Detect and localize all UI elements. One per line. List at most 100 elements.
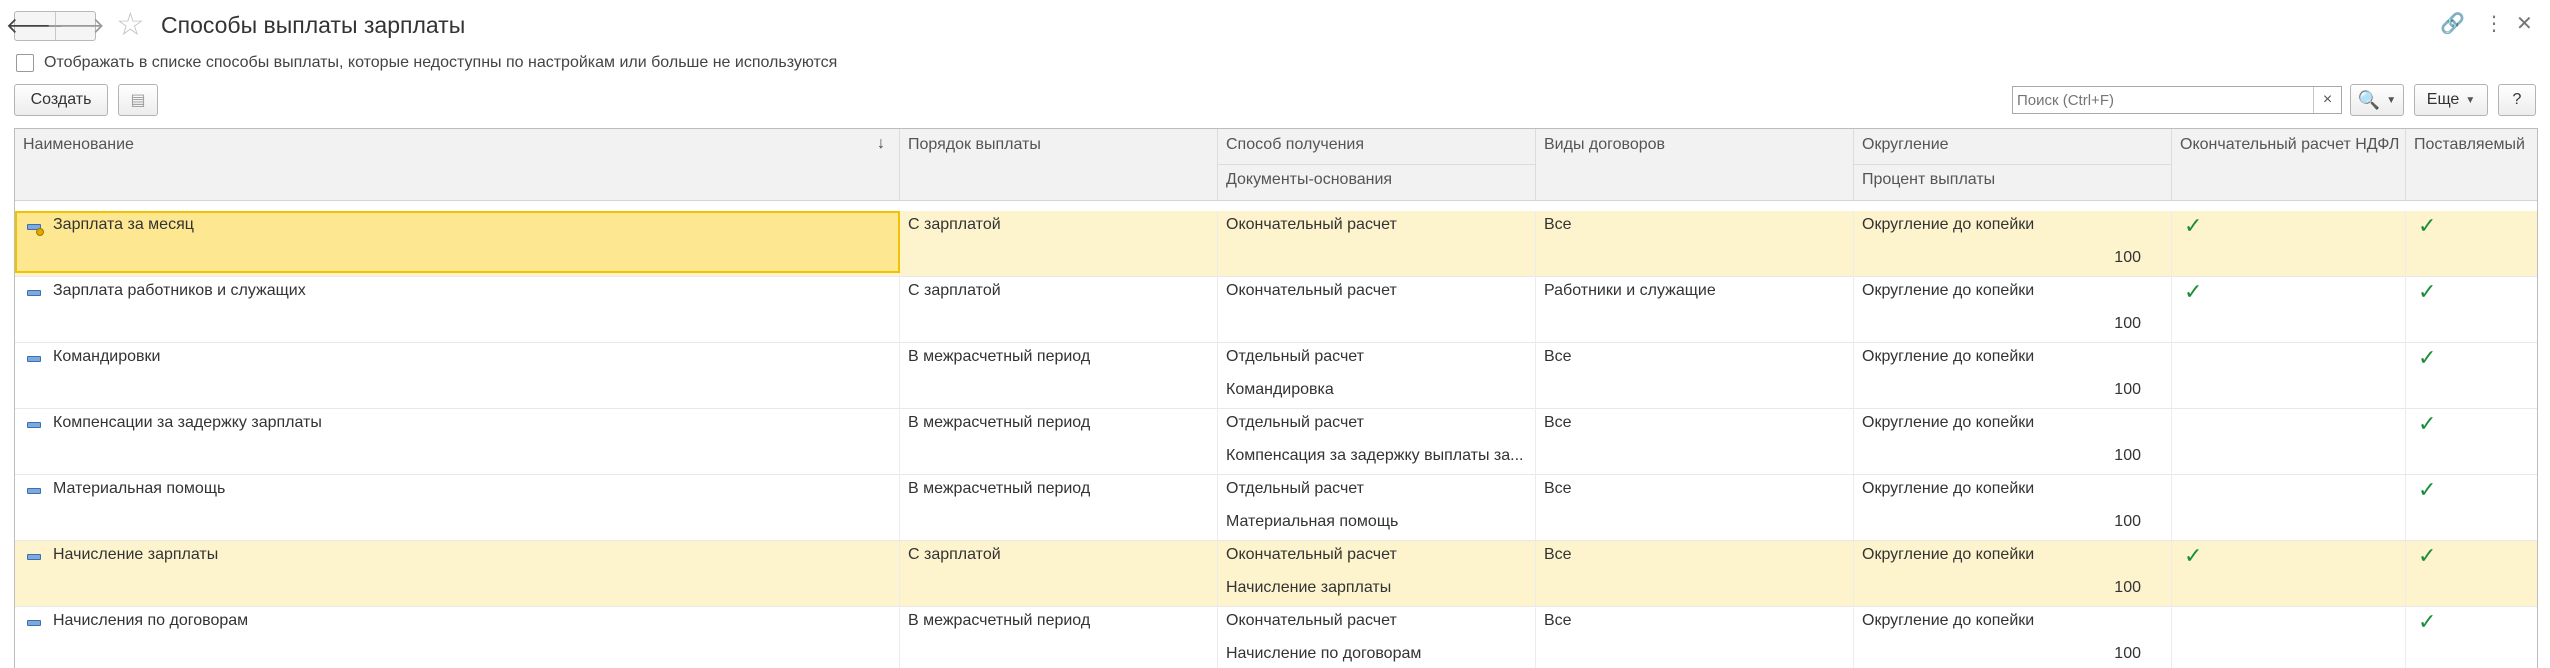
show-unavailable-checkbox[interactable] xyxy=(16,54,34,72)
column-header-final-ndfl[interactable]: Окончательный расчет НДФЛ xyxy=(2172,129,2406,201)
more-menu-icon[interactable]: ⋮ xyxy=(2484,12,2504,36)
cell-supplied[interactable]: ✓ xyxy=(2406,409,2537,475)
cell-ndfl[interactable] xyxy=(2172,409,2406,475)
favorite-star-icon[interactable]: ☆ xyxy=(116,6,145,42)
cell-ndfl[interactable]: ✓ xyxy=(2172,211,2406,277)
link-icon[interactable]: 🔗 xyxy=(2440,12,2465,36)
table-row[interactable]: Материальная помощь В межрасчетный период… xyxy=(15,475,2537,541)
cell-contracts[interactable]: Все xyxy=(1536,409,1854,475)
cell-method[interactable]: Окончательный расчет xyxy=(1218,277,1536,343)
cell-rounding[interactable]: Округление до копейки 100 xyxy=(1854,343,2172,409)
cell-rounding[interactable]: Округление до копейки 100 xyxy=(1854,211,2172,277)
row-contracts: Работники и служащие xyxy=(1544,282,1716,299)
cell-method[interactable]: Отдельный расчет Командировка xyxy=(1218,343,1536,409)
search-button[interactable]: 🔍 ▼ xyxy=(2350,84,2404,116)
cell-supplied[interactable]: ✓ xyxy=(2406,475,2537,541)
cell-ndfl[interactable]: ✓ xyxy=(2172,277,2406,343)
cell-name[interactable]: Начисление зарплаты xyxy=(15,541,900,607)
forward-button[interactable]: 🡒 xyxy=(46,12,105,40)
cell-ndfl[interactable]: ✓ xyxy=(2172,541,2406,607)
row-percent: 100 xyxy=(2114,447,2141,464)
cell-ndfl[interactable] xyxy=(2172,343,2406,409)
cell-rounding[interactable]: Округление до копейки 100 xyxy=(1854,541,2172,607)
cell-rounding[interactable]: Округление до копейки 100 xyxy=(1854,409,2172,475)
table-row[interactable]: Зарплата за месяц С зарплатой Окончательны… xyxy=(15,211,2537,277)
cell-contracts[interactable]: Все xyxy=(1536,541,1854,607)
row-method: Окончательный расчет xyxy=(1226,216,1397,233)
show-unavailable-label: Отображать в списке способы выплаты, кот… xyxy=(44,54,838,71)
cell-order[interactable]: В межрасчетный период xyxy=(900,409,1218,475)
show-unavailable-filter[interactable]: Отображать в списке способы выплаты, кот… xyxy=(16,52,837,74)
cell-order[interactable]: В межрасчетный период xyxy=(900,343,1218,409)
list-item-icon xyxy=(27,356,41,362)
column-header-contracts[interactable]: Виды договоров xyxy=(1536,129,1854,201)
cell-contracts[interactable]: Все xyxy=(1536,211,1854,277)
cell-method[interactable]: Отдельный расчет Компенсация за задержку … xyxy=(1218,409,1536,475)
cell-order[interactable]: В межрасчетный период xyxy=(900,475,1218,541)
cell-order[interactable]: В межрасчетный период xyxy=(900,607,1218,668)
close-icon[interactable]: ✕ xyxy=(2516,12,2533,36)
cell-name[interactable]: Компенсации за задержку зарплаты xyxy=(15,409,900,475)
search-input[interactable] xyxy=(2017,90,2307,110)
cell-contracts[interactable]: Работники и служащие xyxy=(1536,277,1854,343)
list-item-icon xyxy=(27,620,41,626)
cell-supplied[interactable]: ✓ xyxy=(2406,211,2537,277)
cell-order[interactable]: С зарплатой xyxy=(900,541,1218,607)
cell-method[interactable]: Окончательный расчет Начисление зарплаты xyxy=(1218,541,1536,607)
column-header-name[interactable]: Наименование ↓ xyxy=(15,129,900,201)
more-button[interactable]: Еще ▼ xyxy=(2414,84,2488,116)
cell-supplied[interactable]: ✓ xyxy=(2406,607,2537,668)
cell-ndfl[interactable] xyxy=(2172,607,2406,668)
row-percent: 100 xyxy=(2114,381,2141,398)
cell-supplied[interactable]: ✓ xyxy=(2406,277,2537,343)
row-base-docs: Командировка xyxy=(1226,381,1334,398)
page-title: Способы выплаты зарплаты xyxy=(161,12,466,38)
cell-method[interactable]: Окончательный расчет Начисление по догово… xyxy=(1218,607,1536,668)
cell-name[interactable]: Материальная помощь xyxy=(15,475,900,541)
cell-name[interactable]: Командировки xyxy=(15,343,900,409)
list-item-icon xyxy=(27,290,41,296)
cell-supplied[interactable]: ✓ xyxy=(2406,541,2537,607)
column-header-supplied[interactable]: Поставляемый xyxy=(2406,129,2537,201)
row-order: С зарплатой xyxy=(908,546,1001,563)
search-clear-button[interactable]: × xyxy=(2313,87,2341,113)
cell-rounding[interactable]: Округление до копейки 100 xyxy=(1854,277,2172,343)
cell-method[interactable]: Окончательный расчет xyxy=(1218,211,1536,277)
table-row[interactable]: Зарплата работников и служащих С зарплато… xyxy=(15,277,2537,343)
cell-ndfl[interactable] xyxy=(2172,475,2406,541)
row-percent: 100 xyxy=(2114,249,2141,266)
table-row[interactable]: Компенсации за задержку зарплаты В межрас… xyxy=(15,409,2537,475)
cell-contracts[interactable]: Все xyxy=(1536,475,1854,541)
column-header-base-docs[interactable]: Документы-основания xyxy=(1226,171,1392,189)
cell-rounding[interactable]: Округление до копейки 100 xyxy=(1854,475,2172,541)
row-percent: 100 xyxy=(2114,579,2141,596)
column-header-rounding[interactable]: Округление Процент выплаты xyxy=(1854,129,2172,201)
checkmark-icon: ✓ xyxy=(2184,543,2203,568)
cell-contracts[interactable]: Все xyxy=(1536,343,1854,409)
table-row[interactable]: Командировки В межрасчетный период Отдельн… xyxy=(15,343,2537,409)
column-header-payout-order[interactable]: Порядок выплаты xyxy=(900,129,1218,201)
table-row[interactable]: Начисление зарплаты С зарплатой Окончатель… xyxy=(15,541,2537,607)
cell-name[interactable]: Начисления по договорам xyxy=(15,607,900,668)
cell-supplied[interactable]: ✓ xyxy=(2406,343,2537,409)
window-titlebar: 🡐 🡒 ☆ Способы выплаты зарплаты 🔗 ⋮ ✕ xyxy=(0,0,2550,50)
row-order: В межрасчетный период xyxy=(908,480,1091,497)
column-header-method[interactable]: Способ получения Документы-основания xyxy=(1218,129,1536,201)
create-button[interactable]: Создать xyxy=(14,84,108,116)
cell-method[interactable]: Отдельный расчет Материальная помощь xyxy=(1218,475,1536,541)
cell-name[interactable]: Зарплата работников и служащих xyxy=(15,277,900,343)
cell-contracts[interactable]: Все xyxy=(1536,607,1854,668)
checkmark-icon: ✓ xyxy=(2418,279,2437,304)
cell-order[interactable]: С зарплатой xyxy=(900,211,1218,277)
search-box: × xyxy=(2012,86,2342,114)
cell-order[interactable]: С зарплатой xyxy=(900,277,1218,343)
help-button[interactable]: ? xyxy=(2498,84,2536,116)
row-rounding: Округление до копейки xyxy=(1862,480,2035,497)
table-row[interactable]: Начисления по договорам В межрасчетный пе… xyxy=(15,607,2537,668)
row-name: Начисление зарплаты xyxy=(53,546,219,563)
copy-button[interactable]: ▤ xyxy=(118,84,158,116)
cell-name[interactable]: Зарплата за месяц xyxy=(15,211,900,277)
cell-rounding[interactable]: Округление до копейки 100 xyxy=(1854,607,2172,668)
row-contracts: Все xyxy=(1544,612,1572,629)
column-header-percent[interactable]: Процент выплаты xyxy=(1862,171,1995,189)
